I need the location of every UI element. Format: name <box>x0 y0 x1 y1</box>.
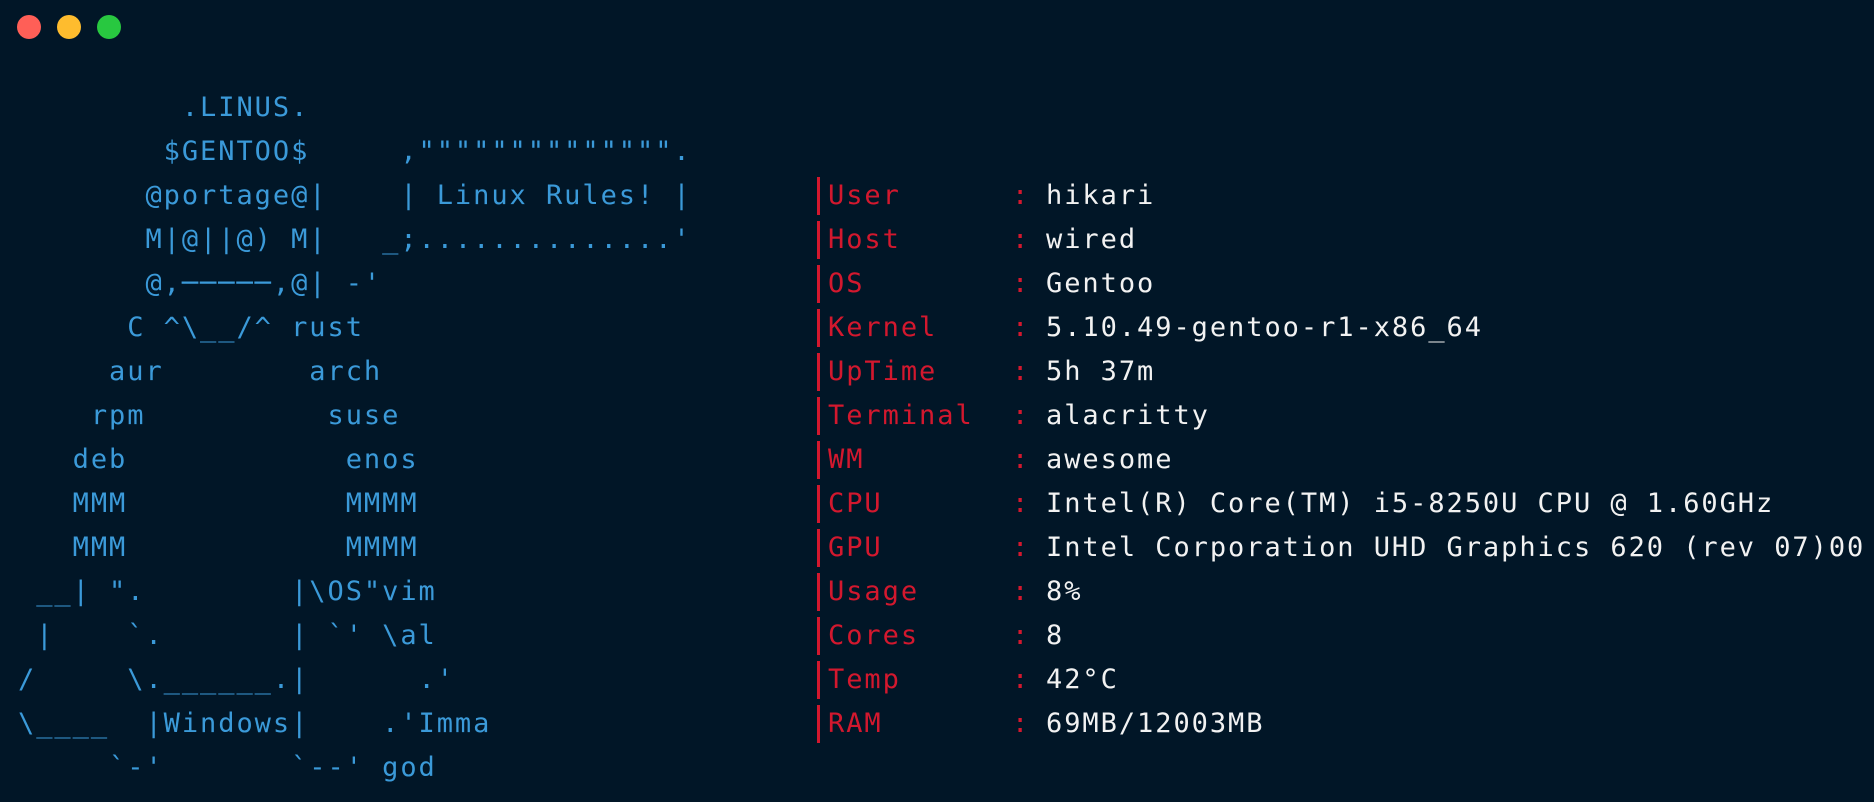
info-row-temp: Temp : 42°C <box>817 658 1865 702</box>
info-row-wm: WM : awesome <box>817 438 1865 482</box>
info-value: alacritty <box>1046 400 1210 431</box>
info-separator: : <box>1012 268 1029 299</box>
info-value: 5h 37m <box>1046 356 1156 387</box>
info-separator: : <box>1012 576 1029 607</box>
row-marker <box>817 441 820 479</box>
ascii-line: `-' `--' god <box>18 752 437 783</box>
info-separator: : <box>1012 708 1029 739</box>
info-label: UpTime <box>828 356 938 387</box>
maximize-button[interactable] <box>97 15 121 39</box>
info-separator: : <box>1012 180 1029 211</box>
row-marker <box>817 617 820 655</box>
ascii-line: @portage@| | Linux Rules! | <box>18 180 692 211</box>
row-marker <box>817 661 820 699</box>
row-marker <box>817 485 820 523</box>
info-row-ram: RAM : 69MB/12003MB <box>817 702 1865 746</box>
ascii-line: / \.______.| .' <box>18 664 455 695</box>
info-value: hikari <box>1046 180 1156 211</box>
info-value: Intel(R) Core(TM) i5-8250U CPU @ 1.60GHz <box>1046 488 1775 519</box>
row-marker <box>817 397 820 435</box>
info-separator: : <box>1012 312 1029 343</box>
info-label: Kernel <box>828 312 938 343</box>
ascii-line: .LINUS. <box>18 92 310 123</box>
info-label: Usage <box>828 576 920 607</box>
info-row-cpu: CPU : Intel(R) Core(TM) i5-8250U CPU @ 1… <box>817 482 1865 526</box>
info-value: 5.10.49-gentoo-r1-x86_64 <box>1046 312 1483 343</box>
ascii-line: deb enos <box>18 444 419 475</box>
info-label: GPU <box>828 532 883 563</box>
info-label: OS <box>828 268 865 299</box>
info-label: Temp <box>828 664 901 695</box>
info-value: awesome <box>1046 444 1174 475</box>
ascii-line: rpm suse <box>18 400 401 431</box>
terminal-window: .LINUS. $GENTOO$ ,"""""""""""""". @porta… <box>0 0 1874 802</box>
minimize-button[interactable] <box>57 15 81 39</box>
row-marker <box>817 705 820 743</box>
info-value: Intel Corporation UHD Graphics 620 (rev … <box>1046 532 1866 563</box>
info-separator: : <box>1012 400 1029 431</box>
info-label: User <box>828 180 901 211</box>
info-value: 8% <box>1046 576 1083 607</box>
info-row-usage: Usage : 8% <box>817 570 1865 614</box>
row-marker <box>817 353 820 391</box>
ascii-line: | `. | `' \al <box>18 620 437 651</box>
info-label: Cores <box>828 620 920 651</box>
info-row-user: User : hikari <box>817 174 1865 218</box>
info-label: Host <box>828 224 901 255</box>
info-row-terminal: Terminal : alacritty <box>817 394 1865 438</box>
ascii-line: \____ |Windows| .'Imma <box>18 708 492 739</box>
info-row-kernel: Kernel : 5.10.49-gentoo-r1-x86_64 <box>817 306 1865 350</box>
ascii-art-logo: .LINUS. $GENTOO$ ,"""""""""""""". @porta… <box>18 86 692 790</box>
info-row-os: OS : Gentoo <box>817 262 1865 306</box>
info-value: 69MB/12003MB <box>1046 708 1265 739</box>
close-button[interactable] <box>17 15 41 39</box>
info-value: 8 <box>1046 620 1065 651</box>
row-marker <box>817 177 820 215</box>
info-separator: : <box>1012 664 1029 695</box>
ascii-line: @,─────,@| -' <box>18 268 383 299</box>
info-row-uptime: UpTime : 5h 37m <box>817 350 1865 394</box>
info-value: wired <box>1046 224 1138 255</box>
info-row-gpu: GPU : Intel Corporation UHD Graphics 620… <box>817 526 1865 570</box>
info-separator: : <box>1012 620 1029 651</box>
ascii-line: C ^\__/^ rust <box>18 312 364 343</box>
system-info-panel: User : hikari Host : wired OS : Gentoo K… <box>817 174 1865 746</box>
info-value: 42°C <box>1046 664 1119 695</box>
info-label: Terminal <box>828 400 974 431</box>
info-row-cores: Cores : 8 <box>817 614 1865 658</box>
info-label: CPU <box>828 488 883 519</box>
row-marker <box>817 265 820 303</box>
info-separator: : <box>1012 356 1029 387</box>
ascii-line: MMM MMMM <box>18 532 419 563</box>
info-label: WM <box>828 444 865 475</box>
info-separator: : <box>1012 224 1029 255</box>
row-marker <box>817 573 820 611</box>
info-value: Gentoo <box>1046 268 1156 299</box>
info-separator: : <box>1012 444 1029 475</box>
ascii-line: $GENTOO$ ,"""""""""""""". <box>18 136 692 167</box>
info-label: RAM <box>828 708 883 739</box>
row-marker <box>817 529 820 567</box>
ascii-line: MMM MMMM <box>18 488 419 519</box>
row-marker <box>817 221 820 259</box>
row-marker <box>817 309 820 347</box>
info-row-host: Host : wired <box>817 218 1865 262</box>
ascii-line: aur arch <box>18 356 383 387</box>
info-separator: : <box>1012 488 1029 519</box>
ascii-line: __| ". |\OS"vim <box>18 576 437 607</box>
window-controls <box>17 15 121 39</box>
ascii-line: M|@||@) M| _;..............' <box>18 224 692 255</box>
info-separator: : <box>1012 532 1029 563</box>
